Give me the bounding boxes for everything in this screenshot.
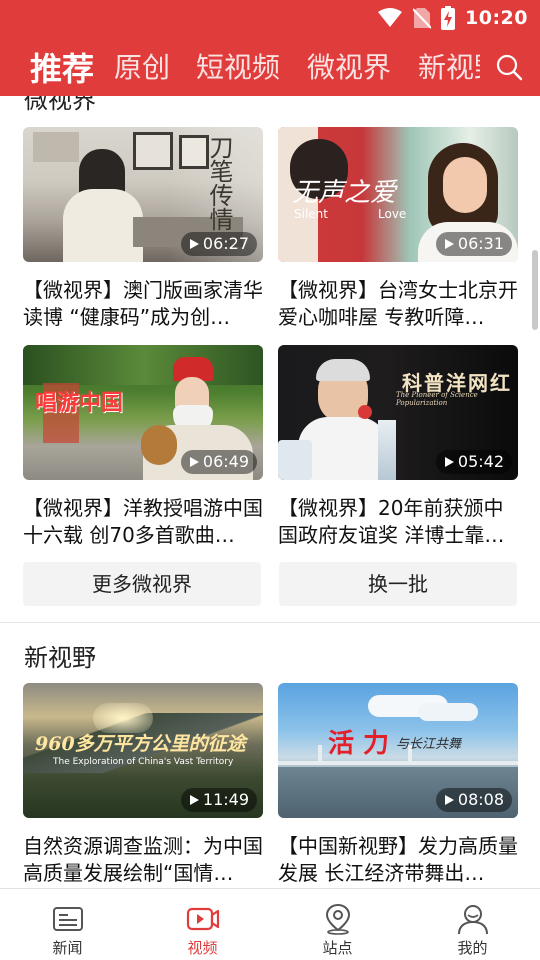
video-thumbnail[interactable]: 960多万平方公里的征途 The Exploration of China's … [23,683,263,818]
battery-charging-icon [441,6,456,30]
bottom-navigation: 新闻 视频 站点 我的 [0,888,540,960]
video-card[interactable]: 960多万平方公里的征途 The Exploration of China's … [23,683,263,887]
video-card[interactable]: 无声之爱 Silent Love 06:31 【微视界】台湾女士北京开爱心咖啡屋… [278,127,518,331]
channel-tabs: 推荐 原创 短视频 微视界 新视野 [0,36,540,96]
video-title[interactable]: 【微视界】20年前获颁中国政府友谊奖 洋博士靠… [278,495,518,549]
tab-weishijie[interactable]: 微视界 [307,46,391,86]
thumbnail-caption: 情 [205,207,233,231]
section-title-xinshiye: 新视野 [24,644,96,672]
video-thumbnail[interactable]: 无声之爱 Silent Love 06:31 [278,127,518,262]
thumbnail-caption: 活 力 [328,729,390,759]
thumbnail-caption: Love [378,207,407,221]
video-thumbnail[interactable]: 活 力 与长江共舞 08:08 [278,683,518,818]
thumbnail-caption: The Pioneer of Science Popularization [396,391,478,407]
thumbnail-caption: 唱游中国 [35,390,124,416]
video-title[interactable]: 【微视界】洋教授唱游中国十六载 创70多首歌曲… [23,495,263,549]
no-sim-icon [413,8,432,29]
nav-news[interactable]: 新闻 [0,889,135,960]
status-bar: 10:20 [0,0,540,36]
video-card[interactable]: 科普洋网红 The Pioneer of Science Popularizat… [278,345,518,549]
video-duration: 11:49 [180,788,257,812]
nav-profile[interactable]: 我的 [405,889,540,960]
top-header: 10:20 推荐 原创 短视频 微视界 新视野 [0,0,540,96]
video-title[interactable]: 自然资源调查监测：为中国高质量发展绘制“国情… [23,833,263,887]
video-duration: 05:42 [435,450,512,474]
nav-label: 视频 [187,939,218,957]
wifi-icon [378,8,403,27]
thumbnail-caption: Silent [294,207,328,221]
thumbnail-caption: 无声之爱 [292,178,397,208]
status-icons: 10:20 [377,6,528,30]
tab-original[interactable]: 原创 [114,46,170,86]
refresh-batch-button[interactable]: 换一批 [279,562,517,606]
profile-icon [457,905,488,935]
section-divider [0,622,540,623]
video-thumbnail[interactable]: 刀笔传情 06:27 [23,127,263,262]
video-card[interactable]: 活 力 与长江共舞 08:08 【中国新视野】发力高质量发展 长江经济带舞出… [278,683,518,887]
video-card[interactable]: 唱游中国 06:49 【微视界】洋教授唱游中国十六载 创70多首歌曲… [23,345,263,549]
video-duration: 06:49 [180,450,257,474]
more-weishijie-button[interactable]: 更多微视界 [23,562,261,606]
status-time: 10:20 [465,7,528,29]
video-title[interactable]: 【中国新视野】发力高质量发展 长江经济带舞出… [278,833,518,887]
tab-recommend[interactable]: 推荐 [30,44,94,90]
video-duration: 06:27 [180,232,257,256]
video-title[interactable]: 【微视界】台湾女士北京开爱心咖啡屋 专教听障… [278,277,518,331]
nav-video[interactable]: 视频 [135,889,270,960]
nav-site[interactable]: 站点 [270,889,405,960]
nav-label: 我的 [457,939,488,957]
scrollbar-thumb[interactable] [532,250,538,330]
thumbnail-caption: 与长江共舞 [396,737,462,752]
video-duration: 06:31 [435,232,512,256]
tab-xinshiye[interactable]: 新视野 [418,46,480,86]
nav-label: 站点 [322,939,353,957]
video-thumbnail[interactable]: 唱游中国 06:49 [23,345,263,480]
tab-scroller[interactable]: 推荐 原创 短视频 微视界 新视野 [0,36,480,96]
video-duration: 08:08 [435,788,512,812]
video-icon [186,907,219,931]
thumbnail-caption: 传 [205,183,233,207]
video-thumbnail[interactable]: 科普洋网红 The Pioneer of Science Popularizat… [278,345,518,480]
thumbnail-caption: The Exploration of China's Vast Territor… [53,757,234,767]
search-icon[interactable] [494,52,524,82]
video-title[interactable]: 【微视界】澳门版画家清华读博 “健康码”成为创… [23,277,263,331]
location-icon [325,903,350,935]
section-title-weishijie: 微视界 [24,96,96,114]
thumbnail-caption: 960多万平方公里的征途 [35,733,246,755]
thumbnail-caption: 刀 [205,135,233,159]
nav-label: 新闻 [52,939,83,957]
thumbnail-caption: 笔 [205,159,233,183]
news-icon [52,907,83,931]
tab-short-video[interactable]: 短视频 [196,46,280,86]
feed[interactable]: 微视界 刀笔传情 06:27 【微视界】澳门版画家清华读博 “健康码”成为创… … [0,96,540,888]
video-card[interactable]: 刀笔传情 06:27 【微视界】澳门版画家清华读博 “健康码”成为创… [23,127,263,331]
